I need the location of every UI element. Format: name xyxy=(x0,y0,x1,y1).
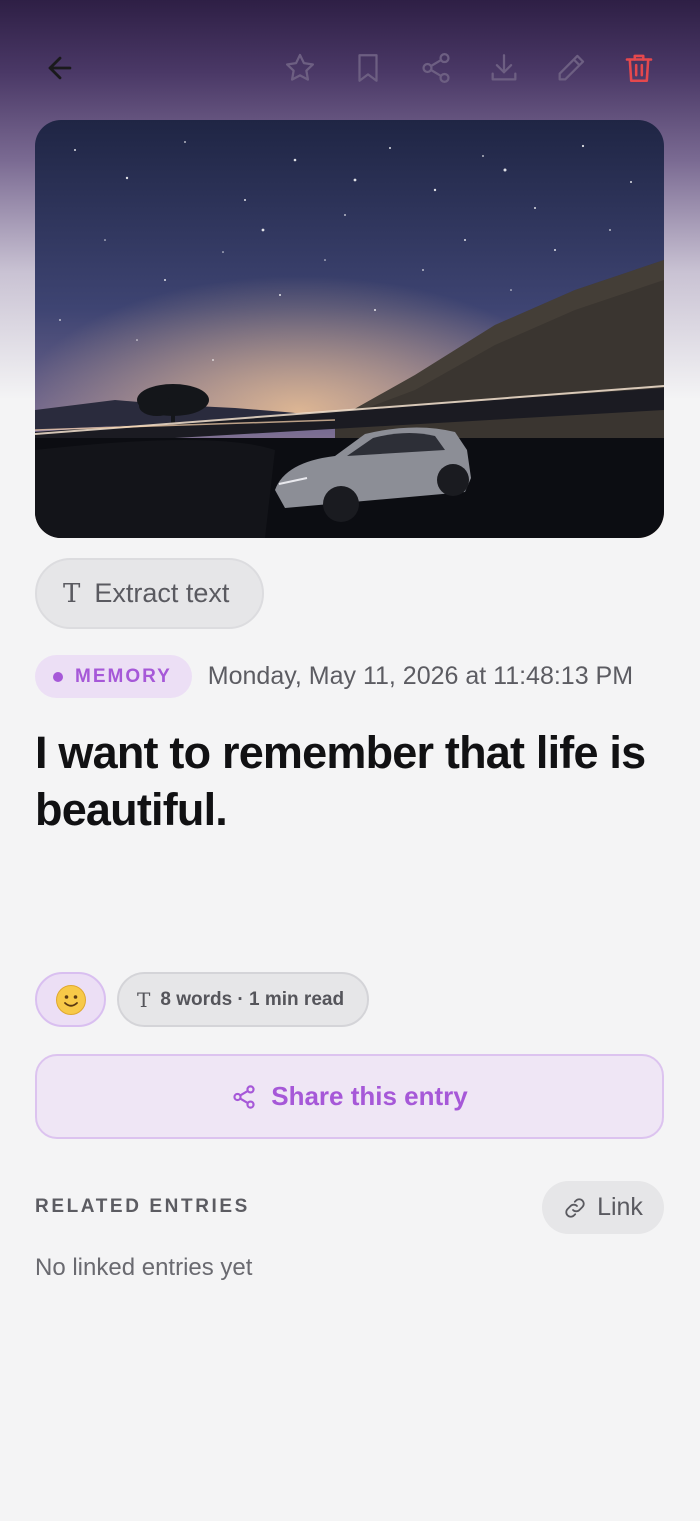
related-empty-text: No linked entries yet xyxy=(35,1254,253,1281)
extract-text-label: Extract text xyxy=(94,578,230,608)
text-icon: T xyxy=(137,987,151,1012)
badge-dot xyxy=(53,671,63,682)
bookmark-icon xyxy=(358,54,378,82)
star-icon xyxy=(285,53,315,81)
entry-title: I want to remember that life is beautifu… xyxy=(35,727,646,835)
favorite-button[interactable] xyxy=(278,46,322,90)
download-button[interactable] xyxy=(482,46,526,90)
delete-button[interactable] xyxy=(617,46,661,90)
pencil-icon xyxy=(558,54,585,81)
share-icon xyxy=(233,1084,255,1109)
download-icon xyxy=(491,54,517,81)
extract-text-button[interactable]: T Extract text xyxy=(35,558,264,629)
entry-date: Monday, May 11, 2026 at 11:48:13 PM xyxy=(207,662,634,690)
mood-chip[interactable] xyxy=(35,972,106,1027)
share-entry-label: Share this entry xyxy=(271,1081,468,1111)
word-count-chip: T 8 words · 1 min read xyxy=(117,972,369,1027)
link-label: Link xyxy=(597,1193,643,1221)
category-badge[interactable]: MEMORY xyxy=(35,655,192,698)
badge-label: MEMORY xyxy=(75,665,172,687)
top-toolbar xyxy=(0,0,700,134)
word-count-text: 8 words · 1 min read xyxy=(160,988,345,1010)
back-arrow-icon xyxy=(48,56,72,80)
link-icon xyxy=(565,1197,585,1218)
text-icon: T xyxy=(63,578,81,609)
back-button[interactable] xyxy=(38,46,82,90)
related-entries-heading: RELATED ENTRIES xyxy=(35,1196,250,1217)
entry-meta: MEMORY Monday, May 11, 2026 at 11:48:13 … xyxy=(35,655,633,698)
edit-button[interactable] xyxy=(549,46,593,90)
share-icon xyxy=(422,52,450,84)
entry-photo[interactable] xyxy=(35,120,664,538)
link-entry-button[interactable]: Link xyxy=(542,1181,664,1234)
share-button[interactable] xyxy=(414,46,458,90)
trash-icon xyxy=(625,54,653,83)
share-entry-button[interactable]: Share this entry xyxy=(35,1054,664,1139)
smiley-face-icon xyxy=(55,984,86,1015)
bookmark-button[interactable] xyxy=(346,46,390,90)
night-sky-photo xyxy=(35,120,664,538)
